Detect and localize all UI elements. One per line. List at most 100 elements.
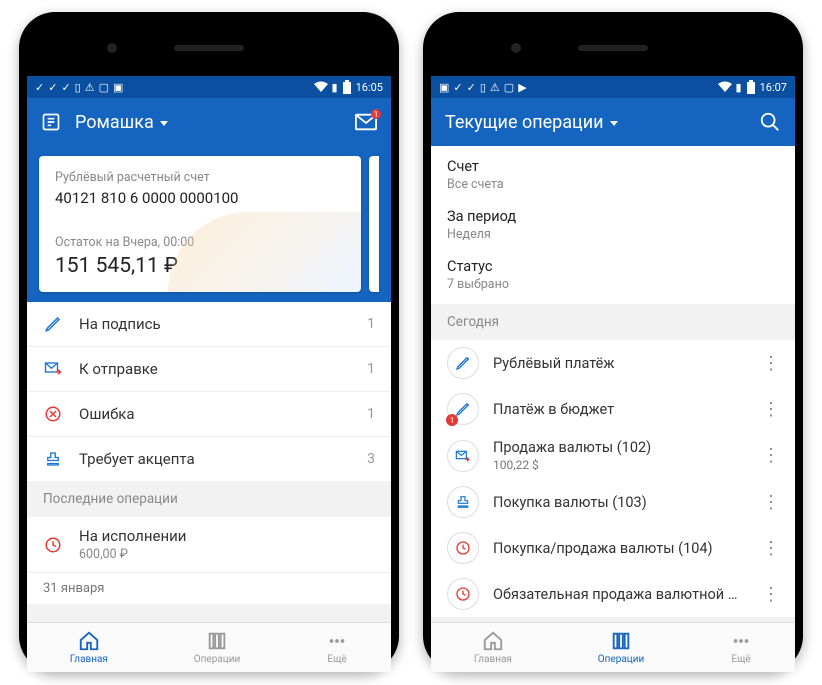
row-label: Ошибка (79, 405, 351, 423)
check-icon: ✓ (61, 81, 70, 94)
nav-home-label: Главная (70, 654, 108, 665)
error-icon (43, 404, 63, 424)
content-area: Рублёвый расчетный счет 40121 810 6 0000… (27, 146, 391, 622)
row-error[interactable]: Ошибка 1 (27, 392, 391, 437)
account-type-label: Рублёвый расчетный счет (55, 170, 345, 185)
operation-item[interactable]: Покупка валюты (103) ⋮ (431, 479, 795, 525)
nav-more[interactable]: Ещё (730, 630, 752, 665)
operation-amount: 100,22 $ (493, 458, 744, 472)
search-button[interactable] (759, 111, 781, 133)
operation-name: Рублёвый платёж (493, 355, 744, 372)
more-menu-button[interactable]: ⋮ (758, 395, 783, 424)
operation-item[interactable]: Обязательная продажа валютной вы… ⋮ (431, 571, 795, 617)
filter-account[interactable]: Счет Все счета (431, 150, 795, 200)
messages-button[interactable]: 1 (355, 113, 377, 131)
check-icon: ✓ (453, 81, 462, 94)
bottom-nav: Главная Операции Ещё (431, 622, 795, 672)
account-number: 40121 810 6 0000 0000100 (55, 189, 345, 207)
check-icon: ✓ (48, 81, 57, 94)
image-icon: ▣ (439, 81, 449, 94)
clock-icon (447, 578, 479, 610)
row-count: 1 (367, 316, 375, 332)
row-send[interactable]: К отправке 1 (27, 347, 391, 392)
status-list: На подпись 1 К отправке 1 Ошибка 1 (27, 302, 391, 481)
nav-operations[interactable]: Операции (598, 630, 644, 665)
operation-item[interactable]: 1 Платёж в бюджет ⋮ (431, 386, 795, 432)
phone-bezel-top (27, 20, 391, 76)
date-header: 31 января (27, 572, 391, 604)
status-time: 16:07 (760, 81, 787, 94)
section-recent-ops: Последние операции (27, 481, 391, 517)
operation-name: Обязательная продажа валютной вы… (493, 586, 744, 603)
sim-icon: ▮ (736, 81, 742, 94)
recent-op-row[interactable]: На исполнении 600,00 ₽ (27, 517, 391, 572)
app-bar: Текущие операции (431, 98, 795, 146)
more-menu-button[interactable]: ⋮ (758, 534, 783, 563)
wifi-icon (314, 81, 328, 93)
row-label: Требует акцепта (79, 450, 351, 468)
check-icon: ✓ (467, 81, 476, 94)
screen-right: ▣ ✓ ✓ ▯ ⚠ ▢ ▶ ▮ 16:07 Текущие оп (431, 76, 795, 672)
next-card-peek[interactable] (369, 156, 379, 292)
accounts-carousel[interactable]: Рублёвый расчетный счет 40121 810 6 0000… (27, 146, 391, 302)
more-menu-button[interactable]: ⋮ (758, 349, 783, 378)
filter-value: Все счета (447, 177, 779, 192)
nav-operations[interactable]: Операции (194, 630, 240, 665)
pen-icon (43, 314, 63, 334)
content-area: Счет Все счета За период Неделя Статус 7… (431, 146, 795, 622)
recent-op-amount: 600,00 ₽ (79, 547, 375, 562)
clock-icon (43, 535, 63, 555)
operation-item[interactable]: Продажа валюты (102) 100,22 $ ⋮ (431, 432, 795, 479)
status-icons-right: ▮ 16:05 (314, 80, 383, 94)
status-icons-right: ▮ 16:07 (718, 80, 787, 94)
status-time: 16:05 (356, 81, 383, 94)
phone-right: ▣ ✓ ✓ ▯ ⚠ ▢ ▶ ▮ 16:07 Текущие оп (423, 12, 803, 672)
phone-speaker (578, 45, 648, 51)
mail-send-icon (447, 440, 479, 472)
more-menu-button[interactable]: ⋮ (758, 441, 783, 470)
phone-speaker (174, 45, 244, 51)
filter-status[interactable]: Статус 7 выбрано (431, 250, 795, 300)
nav-more-label: Ещё (731, 654, 750, 665)
wifi-icon (718, 81, 732, 93)
pen-icon: 1 (447, 393, 479, 425)
status-icons-left: ▣ ✓ ✓ ▯ ⚠ ▢ ▶ (439, 81, 527, 94)
operation-item[interactable]: Покупка/продажа валюты (104) ⋮ (431, 525, 795, 571)
nav-home[interactable]: Главная (474, 630, 512, 665)
filter-period[interactable]: За период Неделя (431, 200, 795, 250)
operation-name: Платёж в бюджет (493, 401, 744, 418)
more-menu-button[interactable]: ⋮ (758, 488, 783, 517)
item-badge: 1 (446, 414, 458, 426)
phone-camera (511, 43, 521, 53)
recent-op-title: На исполнении (79, 527, 375, 545)
more-menu-button[interactable]: ⋮ (758, 580, 783, 609)
filter-label: Счет (447, 158, 779, 175)
filter-value: 7 выбрано (447, 277, 779, 292)
company-icon[interactable] (41, 112, 61, 132)
row-accept[interactable]: Требует акцепта 3 (27, 437, 391, 481)
nav-ops-label: Операции (194, 654, 240, 665)
row-sign[interactable]: На подпись 1 (27, 302, 391, 347)
warning-icon: ⚠ (490, 81, 500, 94)
account-card[interactable]: Рублёвый расчетный счет 40121 810 6 0000… (39, 156, 361, 292)
nav-ops-label: Операции (598, 654, 644, 665)
row-label: На подпись (79, 315, 351, 333)
nav-more[interactable]: Ещё (326, 630, 348, 665)
warning-icon: ⚠ (85, 81, 95, 94)
messages-badge: 1 (371, 109, 381, 119)
operation-name: Покупка валюты (103) (493, 494, 744, 511)
screen-left: ✓ ✓ ✓ ▯ ⚠ ▢ ▣ ▮ 16:05 (27, 76, 391, 672)
filter-label: За период (447, 208, 779, 225)
nav-more-label: Ещё (327, 654, 346, 665)
section-today: Сегодня (431, 304, 795, 340)
phone-left: ✓ ✓ ✓ ▯ ⚠ ▢ ▣ ▮ 16:05 (19, 12, 399, 672)
view-selector[interactable]: Текущие операции (445, 112, 745, 133)
sim-icon: ▮ (332, 81, 338, 94)
play-icon: ▶ (518, 81, 526, 94)
company-selector[interactable]: Ромашка (75, 112, 341, 133)
chevron-down-icon (610, 121, 618, 126)
operation-name: Продажа валюты (102) (493, 439, 744, 456)
operation-item[interactable]: Рублёвый платёж ⋮ (431, 340, 795, 386)
nav-home[interactable]: Главная (70, 630, 108, 665)
app-bar: Ромашка 1 (27, 98, 391, 146)
